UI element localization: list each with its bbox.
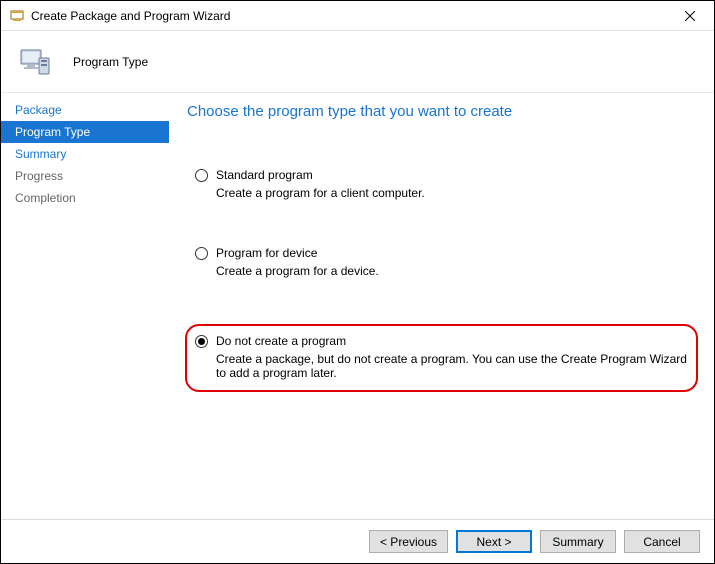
app-icon	[9, 8, 25, 24]
content-heading: Choose the program type that you want to…	[187, 103, 694, 120]
wizard-steps-sidebar: Package Program Type Summary Progress Co…	[1, 93, 169, 519]
page-title: Program Type	[73, 55, 148, 69]
option-program-for-device: Program for device Create a program for …	[187, 246, 694, 278]
radio-icon	[195, 247, 208, 260]
cancel-button[interactable]: Cancel	[624, 530, 700, 553]
option-desc: Create a program for a client computer.	[216, 186, 694, 200]
content-area: Choose the program type that you want to…	[169, 93, 714, 519]
wizard-footer: < Previous Next > Summary Cancel	[1, 519, 714, 563]
radio-program-for-device[interactable]: Program for device	[195, 246, 694, 260]
sidebar-item-package[interactable]: Package	[1, 99, 169, 121]
previous-button[interactable]: < Previous	[369, 530, 448, 553]
radio-icon	[195, 335, 208, 348]
option-desc: Create a program for a device.	[216, 264, 694, 278]
summary-button[interactable]: Summary	[540, 530, 616, 553]
sidebar-item-program-type[interactable]: Program Type	[1, 121, 169, 143]
window-title: Create Package and Program Wizard	[31, 9, 230, 23]
radio-standard-program[interactable]: Standard program	[195, 168, 694, 182]
radio-do-not-create[interactable]: Do not create a program	[195, 334, 688, 348]
radio-icon	[195, 169, 208, 182]
option-desc: Create a package, but do not create a pr…	[216, 352, 688, 380]
close-button[interactable]	[672, 5, 708, 27]
titlebar: Create Package and Program Wizard	[1, 1, 714, 31]
radio-label: Standard program	[216, 168, 313, 182]
next-button[interactable]: Next >	[456, 530, 532, 553]
option-do-not-create: Do not create a program Create a package…	[185, 324, 698, 392]
sidebar-item-progress: Progress	[1, 165, 169, 187]
sidebar-item-summary[interactable]: Summary	[1, 143, 169, 165]
option-standard-program: Standard program Create a program for a …	[187, 168, 694, 200]
program-type-icon	[15, 42, 55, 82]
radio-label: Do not create a program	[216, 334, 346, 348]
radio-label: Program for device	[216, 246, 317, 260]
wizard-header: Program Type	[1, 31, 714, 93]
close-icon	[685, 11, 695, 21]
sidebar-item-completion: Completion	[1, 187, 169, 209]
